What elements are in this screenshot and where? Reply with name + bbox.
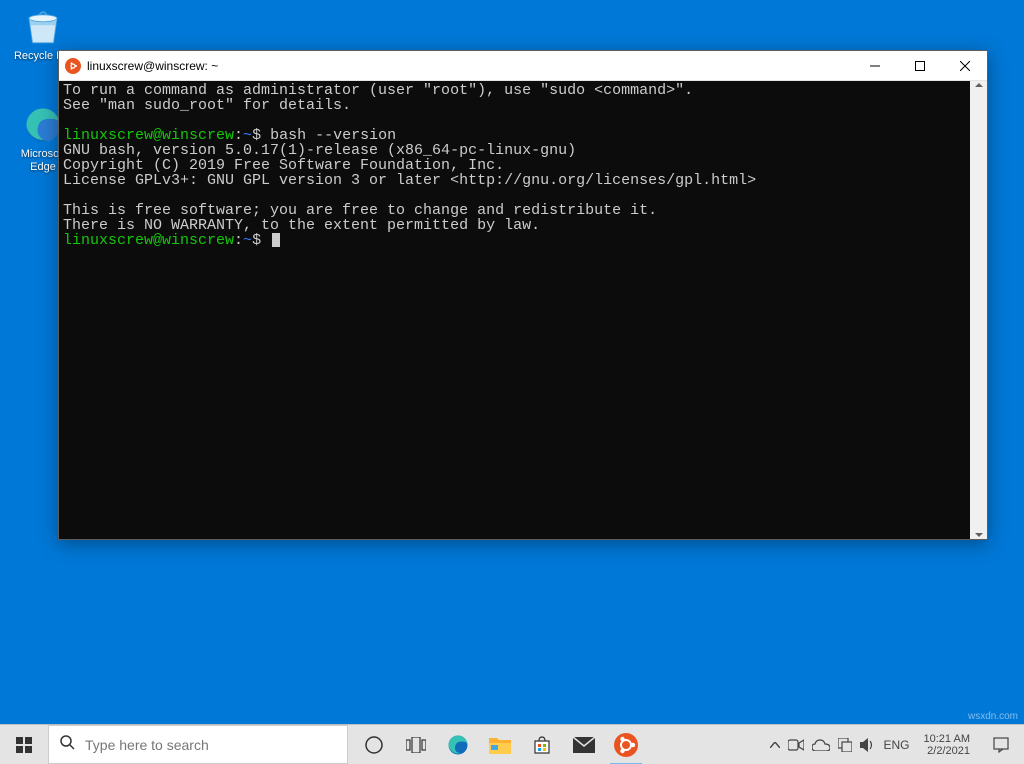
task-view-button[interactable]: [396, 725, 436, 764]
folder-icon: [489, 736, 511, 754]
circle-icon: [364, 735, 384, 755]
taskbar-app-ubuntu[interactable]: [606, 725, 646, 764]
tray-clock[interactable]: 10:21 AM 2/2/2021: [918, 733, 976, 757]
edge-icon: [446, 733, 470, 757]
scrollbar[interactable]: [970, 81, 987, 539]
taskbar-app-explorer[interactable]: [480, 725, 520, 764]
scroll-up-icon[interactable]: [975, 83, 983, 87]
watermark: wsxdn.com: [968, 711, 1018, 722]
prompt-path: ~: [243, 232, 252, 249]
taskbar-apps: [348, 725, 764, 764]
minimize-button[interactable]: [852, 51, 897, 80]
scroll-down-icon[interactable]: [975, 533, 983, 537]
search-placeholder: Type here to search: [85, 737, 209, 753]
terminal-content: To run a command as administrator (user …: [59, 81, 987, 250]
window-controls: [852, 51, 987, 80]
terminal-line: See "man sudo_root" for details.: [63, 97, 351, 114]
search-box[interactable]: Type here to search: [48, 725, 348, 764]
prompt-user: linuxscrew@winscrew: [63, 232, 234, 249]
taskbar-app-store[interactable]: [522, 725, 562, 764]
window-title: linuxscrew@winscrew: ~: [87, 59, 852, 73]
tray-onedrive-icon[interactable]: [812, 739, 830, 751]
notification-icon: [993, 737, 1009, 753]
cursor: [272, 233, 280, 247]
system-tray: ENG 10:21 AM 2/2/2021: [764, 725, 1024, 764]
titlebar[interactable]: linuxscrew@winscrew: ~: [59, 51, 987, 81]
mail-icon: [573, 737, 595, 753]
recycle-bin-icon: [22, 6, 64, 48]
tray-notifications-button[interactable]: [984, 737, 1018, 753]
taskbar-app-mail[interactable]: [564, 725, 604, 764]
tray-meet-now-icon[interactable]: [788, 739, 804, 751]
tray-network-icon[interactable]: [838, 738, 852, 752]
terminal-body[interactable]: To run a command as administrator (user …: [59, 81, 987, 539]
ubuntu-icon: [65, 58, 81, 74]
tray-language[interactable]: ENG: [884, 738, 910, 752]
tray-chevron-up-icon[interactable]: [770, 742, 780, 748]
search-icon: [59, 734, 75, 755]
taskbar: Type here to search ENG 10:21 AM 2/2/202…: [0, 724, 1024, 764]
windows-icon: [16, 737, 32, 753]
terminal-line: License GPLv3+: GNU GPL version 3 or lat…: [63, 172, 756, 189]
cortana-button[interactable]: [354, 725, 394, 764]
tray-date: 2/2/2021: [924, 745, 970, 757]
task-view-icon: [406, 737, 426, 753]
store-icon: [532, 735, 552, 755]
tray-time: 10:21 AM: [924, 733, 970, 745]
taskbar-app-edge[interactable]: [438, 725, 478, 764]
start-button[interactable]: [0, 725, 48, 764]
ubuntu-icon: [614, 733, 638, 757]
tray-volume-icon[interactable]: [860, 738, 876, 752]
terminal-window: linuxscrew@winscrew: ~ To run a command …: [58, 50, 988, 540]
maximize-button[interactable]: [897, 51, 942, 80]
close-button[interactable]: [942, 51, 987, 80]
